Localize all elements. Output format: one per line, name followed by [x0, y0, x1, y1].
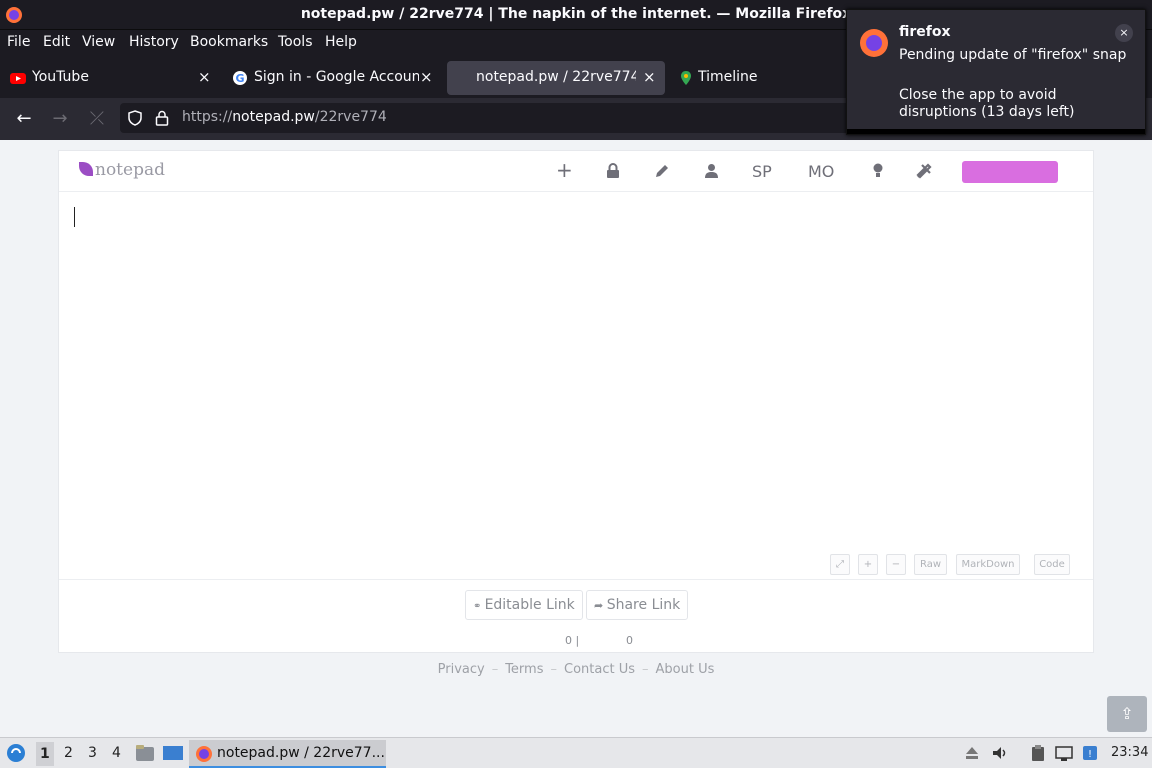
notification-app-name: firefox [899, 24, 951, 40]
task-label: notepad.pw / 22rve77... [217, 745, 385, 761]
url-path: /22rve774 [314, 109, 387, 125]
share-icon[interactable]: ⇪ [1107, 696, 1147, 732]
font-decrease-button[interactable]: − [886, 554, 906, 575]
maps-icon [681, 71, 691, 85]
link-bar: ⚭ Editable Link ➦ Share Link 0 | 0 [59, 579, 1093, 653]
forward-arrow-icon[interactable]: → [48, 107, 72, 131]
notification-body: Close the app to avoid disruptions (13 d… [899, 87, 1075, 120]
share-link-label: Share Link [606, 597, 681, 613]
url-text[interactable]: https://notepad.pw/22rve774 [182, 109, 387, 125]
eject-icon[interactable] [963, 744, 981, 762]
notepad-logo[interactable]: notepad [79, 160, 165, 180]
workspace-2[interactable]: 2 [64, 745, 73, 761]
contact-link[interactable]: Contact Us [564, 662, 635, 677]
markdown-button[interactable]: MarkDown [956, 554, 1020, 575]
url-bar[interactable]: https://notepad.pw/22rve774 [120, 103, 860, 133]
menu-edit[interactable]: Edit [43, 34, 70, 50]
terms-link[interactable]: Terms [505, 662, 543, 677]
svg-text:!: ! [1088, 749, 1092, 760]
link-icon: ⚭ [473, 601, 485, 612]
tab-close-icon[interactable]: × [420, 68, 433, 86]
page-content: notepad + SP MO ⤢ + − Raw MarkDown Code … [0, 140, 1152, 737]
note-editor[interactable] [59, 193, 1093, 538]
editable-link-label: Editable Link [484, 597, 575, 613]
lock-icon[interactable] [606, 163, 620, 179]
taskbar: 1 2 3 4 notepad.pw / 22rve77... ! 23:34 [0, 737, 1152, 768]
sp-button[interactable]: SP [752, 162, 772, 181]
menu-file[interactable]: File [7, 34, 30, 50]
google-icon: G [233, 71, 247, 85]
lock-icon[interactable] [155, 110, 169, 126]
tab-notepad[interactable]: notepad.pw / 22rve774 | × [447, 61, 665, 95]
menu-help[interactable]: Help [325, 34, 357, 50]
notification-summary: Pending update of "firefox" snap [899, 47, 1127, 63]
tab-label: Sign in - Google Accounts [254, 69, 419, 85]
network-icon[interactable] [1055, 744, 1073, 762]
menu-tools[interactable]: Tools [278, 34, 313, 50]
expand-button[interactable]: ⤢ [830, 554, 850, 575]
menu-history[interactable]: History [129, 34, 179, 50]
url-host: notepad.pw [232, 109, 315, 125]
workspace-4[interactable]: 4 [112, 745, 121, 761]
user-icon[interactable] [704, 163, 719, 179]
url-scheme: https:// [182, 109, 233, 125]
mo-button[interactable]: MO [808, 162, 834, 181]
tab-close-icon[interactable]: × [198, 68, 211, 86]
new-note-plus-icon[interactable]: + [556, 158, 573, 182]
tab-google-signin[interactable]: G Sign in - Google Accounts × [222, 61, 440, 95]
about-link[interactable]: About Us [656, 662, 715, 677]
clock[interactable]: 23:34 [1111, 745, 1148, 760]
notification-bar [847, 129, 1145, 134]
workspace-3[interactable]: 3 [88, 745, 97, 761]
raw-button[interactable]: Raw [914, 554, 947, 575]
notepad-toolbar: notepad + SP MO [59, 151, 1093, 192]
share-link-button[interactable]: ➦ Share Link [586, 590, 689, 620]
taskbar-firefox-task[interactable]: notepad.pw / 22rve77... [189, 740, 386, 768]
file-manager-icon[interactable] [135, 743, 155, 763]
notepad-card: notepad + SP MO ⤢ + − Raw MarkDown Code … [58, 150, 1094, 653]
privacy-link[interactable]: Privacy [438, 662, 485, 677]
clipboard-icon[interactable] [1029, 744, 1047, 762]
start-menu-icon[interactable] [6, 743, 26, 763]
code-button[interactable]: Code [1034, 554, 1070, 575]
desktop-icon[interactable] [162, 743, 184, 763]
notifications-icon[interactable]: ! [1081, 744, 1099, 762]
logo-text: notepad [95, 160, 165, 180]
firefox-icon [196, 746, 212, 762]
volume-icon[interactable] [991, 744, 1009, 762]
update-notification[interactable]: firefox Pending update of "firefox" snap… [846, 9, 1146, 135]
editable-link-button[interactable]: ⚭ Editable Link [465, 590, 583, 620]
back-arrow-icon[interactable]: ← [12, 107, 36, 131]
tab-close-icon[interactable]: × [643, 68, 656, 86]
word-count: 0 [626, 634, 633, 647]
workspace-1[interactable]: 1 [36, 742, 54, 766]
shield-icon[interactable] [127, 110, 143, 126]
notification-close-icon[interactable]: × [1115, 24, 1133, 42]
svg-text:G: G [235, 72, 244, 85]
tools-icon[interactable] [916, 163, 932, 179]
youtube-icon [10, 73, 26, 84]
share-arrow-icon: ➦ [594, 599, 607, 612]
tab-youtube[interactable]: YouTube × [0, 61, 220, 95]
pencil-icon[interactable] [654, 163, 670, 179]
leaf-icon [79, 162, 93, 176]
lightbulb-icon[interactable] [873, 163, 883, 179]
reload-icon[interactable]: ⤫ [85, 107, 109, 131]
account-button[interactable] [962, 161, 1058, 183]
text-cursor [74, 207, 75, 227]
firefox-icon [860, 29, 888, 57]
menu-view[interactable]: View [82, 34, 115, 50]
tab-label: Timeline [698, 69, 758, 85]
char-count: 0 | [565, 634, 580, 647]
font-increase-button[interactable]: + [858, 554, 878, 575]
tab-timeline[interactable]: Timeline [668, 61, 848, 95]
menu-bookmarks[interactable]: Bookmarks [190, 34, 268, 50]
tab-label: YouTube [32, 69, 89, 85]
tab-label: notepad.pw / 22rve774 | [476, 69, 636, 85]
page-footer: Privacy – Terms – Contact Us – About Us [437, 662, 715, 677]
